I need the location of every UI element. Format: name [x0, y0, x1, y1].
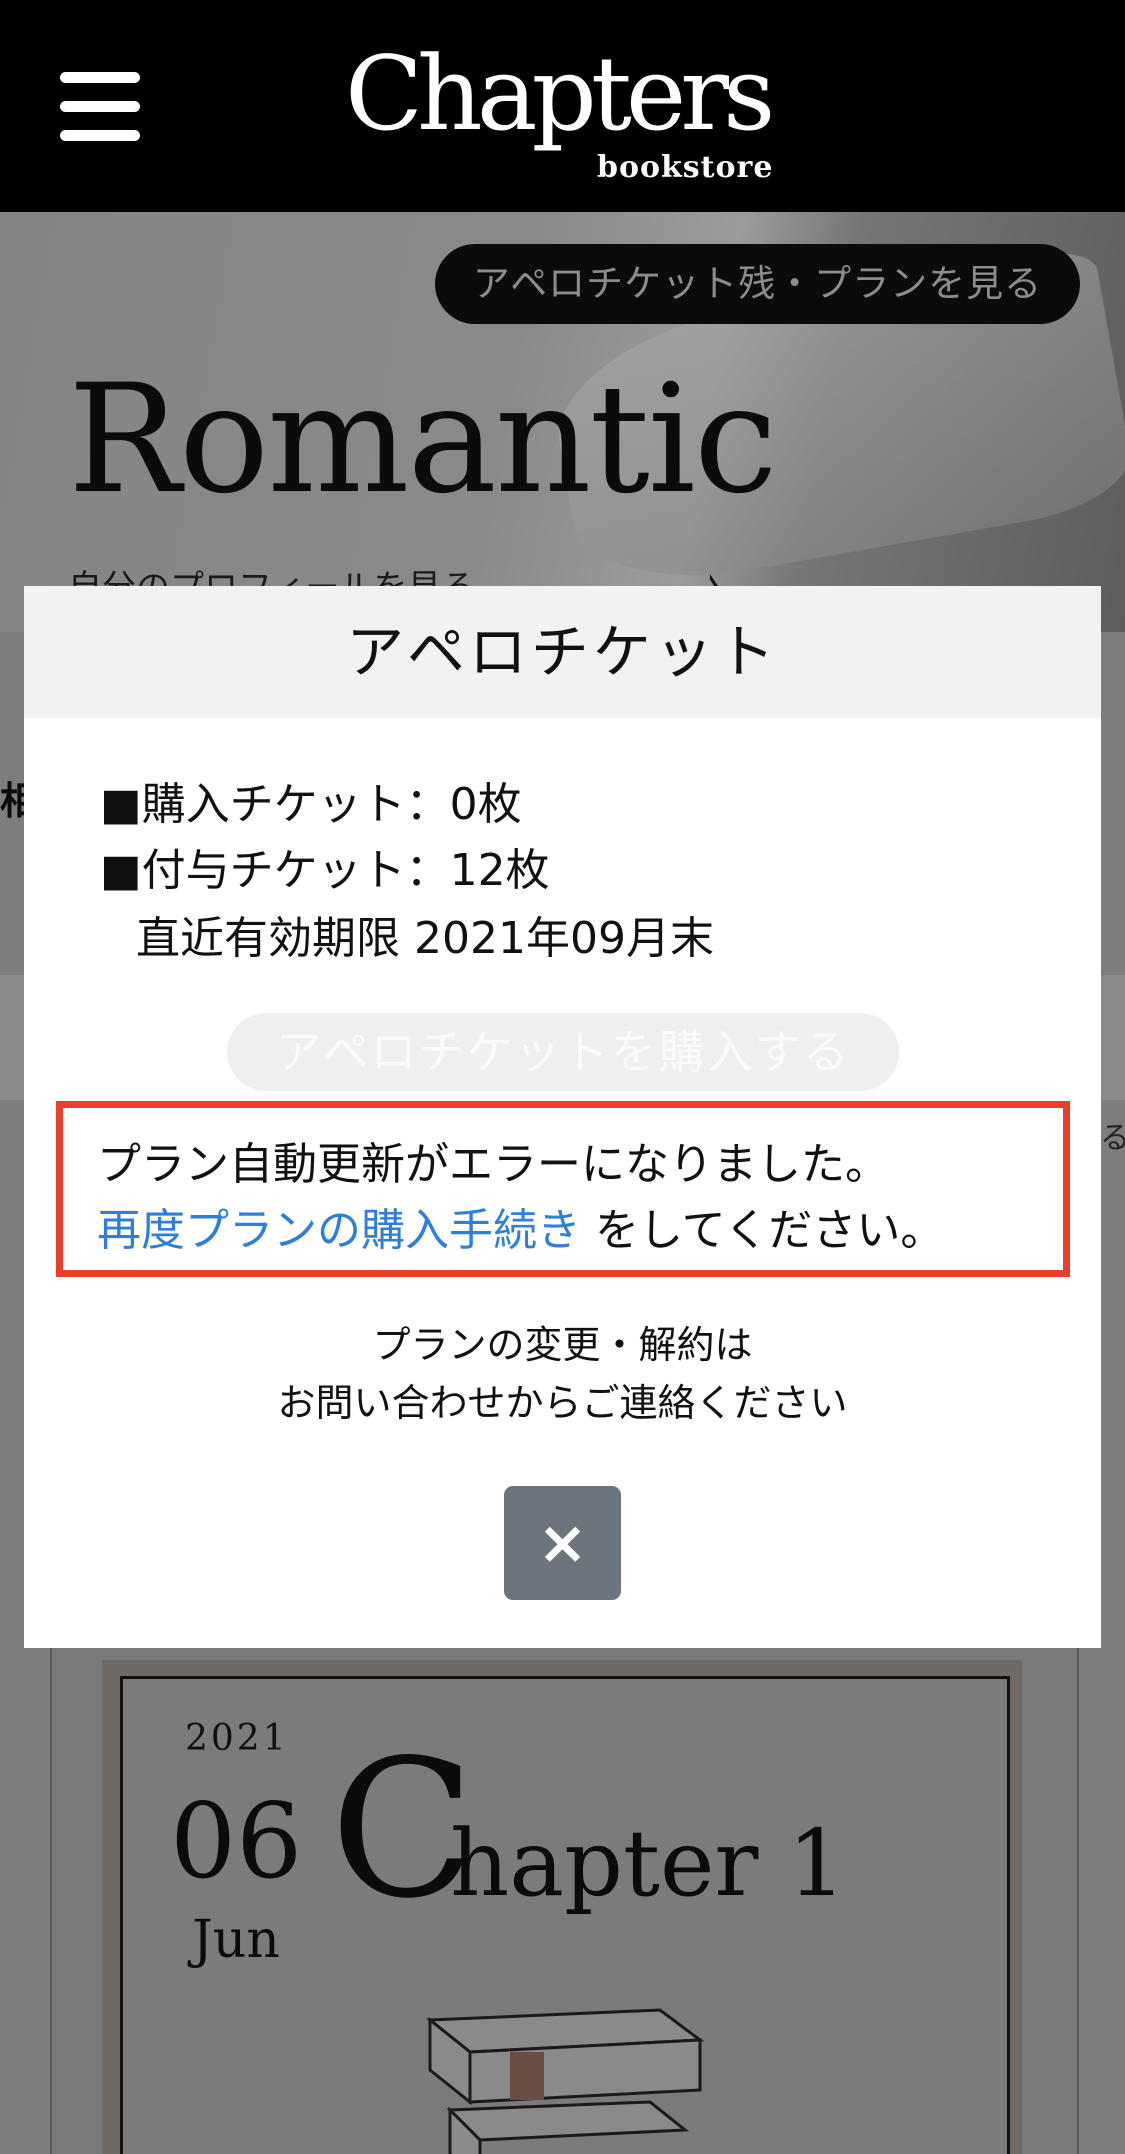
logo[interactable]: Chapters bookstore [345, 30, 785, 200]
repurchase-plan-link[interactable]: 再度プランの購入手続き [97, 1205, 581, 1256]
close-button[interactable]: × [504, 1486, 621, 1600]
error-message-line1: プラン自動更新がエラーになりました。 [97, 1139, 889, 1190]
header: Chapters bookstore [0, 0, 1125, 212]
chapter-title: hapter 1 [450, 1810, 847, 1917]
modal-title: アペロチケット [346, 618, 779, 686]
logo-sub-text: bookstore [597, 150, 774, 185]
logo-main-text: Chapters [345, 35, 775, 154]
chapter-month: Jun [192, 1910, 280, 1970]
error-message-line2: 再度プランの購入手続き をしてください。 [97, 1194, 944, 1258]
ticket-plan-button[interactable]: アペロチケット残・プランを見る [435, 244, 1080, 324]
background-text-fragment-right: る [1100, 1121, 1125, 1156]
modal-header: アペロチケット [24, 586, 1101, 718]
menu-icon[interactable] [60, 72, 140, 142]
purchased-tickets: ■購入チケット：0枚 [100, 779, 522, 830]
ticket-modal: アペロチケット ■購入チケット：0枚 ■付与チケット：12枚 直近有効期限 20… [24, 586, 1101, 1648]
profile-type-title: Romantic [68, 353, 778, 527]
page: Chapters bookstore アペロチケット残・プランを見る Roman… [0, 0, 1125, 2154]
chapter-year: 2021 [185, 1718, 289, 1759]
chapter-day: 06 [170, 1780, 303, 1902]
plan-change-note-line1: プランの変更・解約は [372, 1323, 753, 1367]
ticket-expiry: 直近有効期限 2021年09月末 [136, 913, 714, 964]
error-message-box: プラン自動更新がエラーになりました。 再度プランの購入手続き をしてください。 [56, 1101, 1070, 1277]
plan-change-note-line2: お問い合わせからご連絡ください [277, 1381, 848, 1425]
error-message-rest: をしてください。 [581, 1205, 945, 1256]
granted-tickets: ■付与チケット：12枚 [100, 845, 550, 896]
buy-ticket-button[interactable]: アペロチケットを購入する [227, 1013, 899, 1091]
books-illustration [425, 2008, 705, 2154]
